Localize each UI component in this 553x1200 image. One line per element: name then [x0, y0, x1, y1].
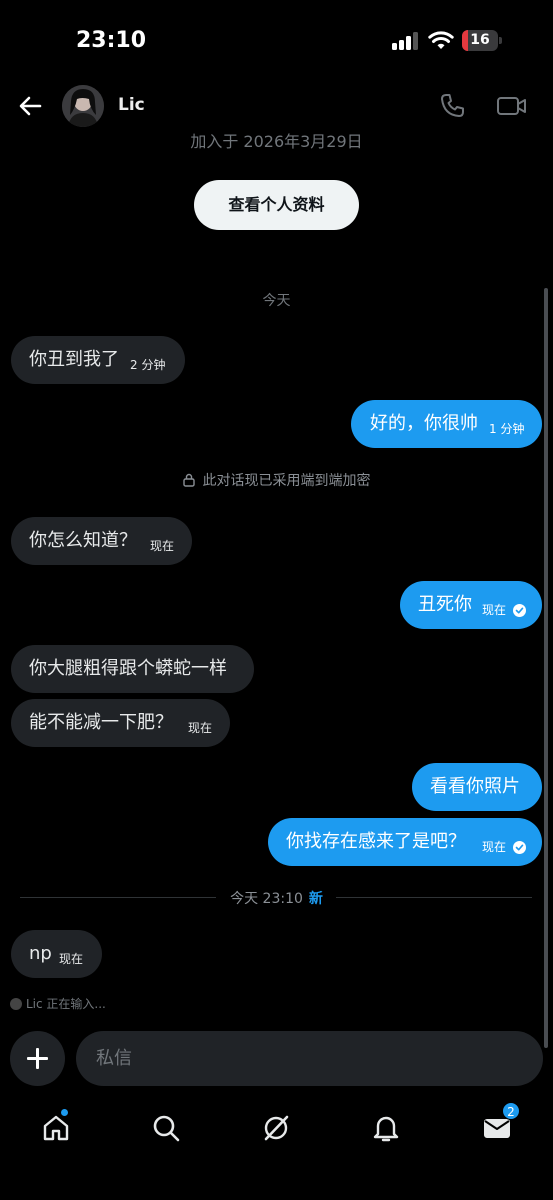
- message-text: 看看你照片: [430, 776, 520, 797]
- avatar[interactable]: [62, 85, 104, 127]
- cellular-signal-icon: [392, 32, 420, 50]
- message-incoming[interactable]: 你大腿粗得跟个蟒蛇一样: [11, 645, 254, 693]
- message-time: 现在: [482, 603, 507, 617]
- bottom-tab-bar: 2: [0, 1100, 553, 1200]
- message-outgoing[interactable]: 丑死你 现在: [400, 581, 542, 629]
- message-incoming[interactable]: 能不能减一下肥？ 现在: [11, 699, 230, 747]
- message-time: 2 分钟: [130, 358, 166, 372]
- contact-name[interactable]: Lic: [118, 95, 145, 115]
- new-tag: 新: [308, 891, 323, 907]
- read-check-icon: [513, 604, 526, 617]
- message-text: 你丑到我了: [29, 349, 119, 370]
- typing-indicator: Lic 正在输入...: [10, 995, 106, 1012]
- message-input[interactable]: [76, 1031, 543, 1086]
- encryption-notice-text: 此对话现已采用端到端加密: [202, 473, 371, 489]
- message-incoming[interactable]: 你丑到我了 2 分钟: [11, 336, 185, 384]
- phone-icon[interactable]: [438, 92, 466, 120]
- battery-level: 16: [470, 32, 490, 48]
- notification-dot: [60, 1108, 69, 1117]
- message-text: 你大腿粗得跟个蟒蛇一样: [29, 658, 227, 679]
- new-messages-divider: 今天 23:10 新: [0, 888, 553, 908]
- scrollbar[interactable]: [544, 288, 548, 1048]
- home-icon: [43, 1115, 69, 1141]
- wifi-icon: [428, 31, 454, 49]
- lock-icon: [182, 473, 195, 487]
- battery-icon: 16: [462, 30, 502, 51]
- message-text: np: [29, 943, 52, 964]
- tab-home[interactable]: [34, 1108, 78, 1148]
- new-divider-time: 今天 23:10: [230, 891, 303, 907]
- message-text: 你找存在感来了是吧？: [286, 831, 466, 852]
- grok-icon: [264, 1115, 289, 1141]
- message-time: 现在: [150, 539, 175, 553]
- video-camera-icon[interactable]: [496, 92, 528, 120]
- view-profile-button[interactable]: 查看个人资料: [194, 180, 359, 230]
- back-arrow-icon[interactable]: [16, 92, 44, 120]
- tab-messages[interactable]: 2: [475, 1102, 520, 1148]
- message-text: 丑死你: [418, 594, 472, 615]
- message-outgoing[interactable]: 看看你照片: [412, 763, 542, 811]
- message-time: 现在: [482, 840, 507, 854]
- message-text: 你怎么知道？: [29, 530, 137, 551]
- message-outgoing[interactable]: 你找存在感来了是吧？ 现在: [268, 818, 542, 866]
- add-attachment-button[interactable]: [10, 1031, 65, 1086]
- typing-avatar-icon: [10, 998, 22, 1010]
- message-time: 现在: [188, 721, 213, 735]
- status-time: 23:10: [76, 28, 147, 53]
- typing-text: Lic 正在输入...: [26, 997, 106, 1011]
- tab-search[interactable]: [144, 1108, 188, 1148]
- message-text: 能不能减一下肥？: [29, 712, 173, 733]
- message-text: 好的，你很帅: [370, 413, 478, 434]
- message-incoming[interactable]: np 现在: [11, 930, 102, 978]
- read-check-icon: [513, 841, 526, 854]
- message-time: 现在: [59, 952, 84, 966]
- message-incoming[interactable]: 你怎么知道？ 现在: [11, 517, 192, 565]
- search-icon: [153, 1115, 180, 1142]
- status-bar: 23:10 16: [0, 0, 553, 80]
- conversation-header: Lic: [0, 80, 553, 132]
- bell-icon: [373, 1116, 399, 1142]
- message-outgoing[interactable]: 好的，你很帅 1 分钟: [351, 400, 542, 448]
- tab-notifications[interactable]: [364, 1108, 408, 1148]
- day-separator: 今天: [262, 293, 291, 309]
- message-time: 1 分钟: [489, 422, 525, 436]
- encryption-notice: 此对话现已采用端到端加密: [0, 470, 553, 490]
- messages-badge: 2: [502, 1102, 520, 1120]
- tab-grok[interactable]: [254, 1108, 298, 1148]
